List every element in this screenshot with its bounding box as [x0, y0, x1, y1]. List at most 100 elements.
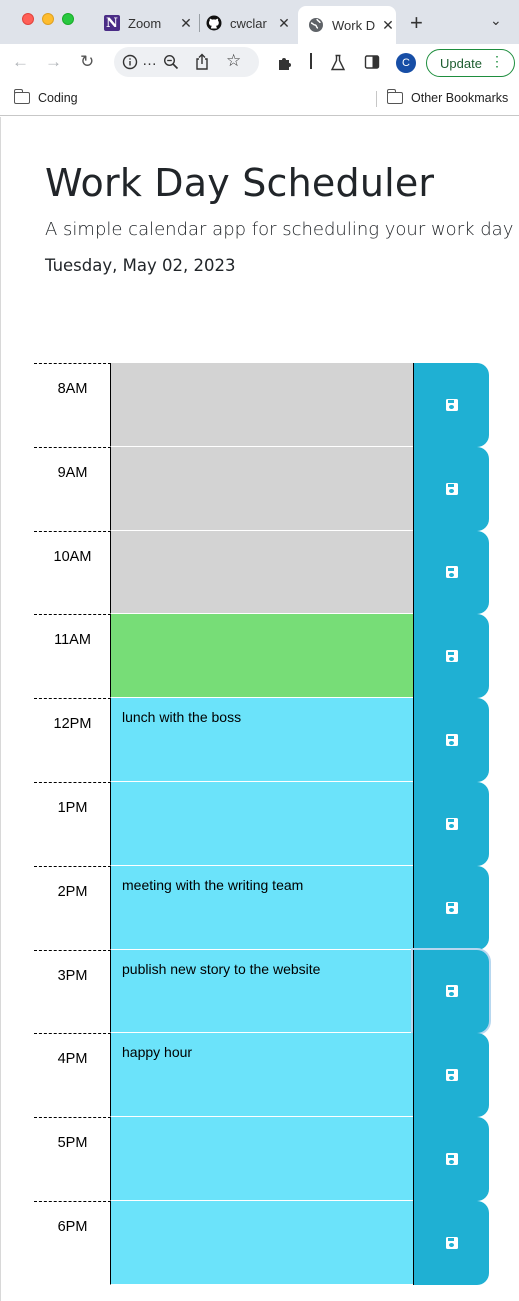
forward-arrow-icon[interactable]: →: [45, 52, 62, 72]
extensions-puzzle-icon[interactable]: [276, 54, 294, 72]
labs-flask-icon[interactable]: [330, 54, 346, 72]
new-tab-button[interactable]: +: [410, 10, 423, 36]
toolbar-divider: [310, 53, 312, 69]
time-block-row: 9AM: [34, 446, 490, 531]
address-text[interactable]: …: [142, 52, 157, 69]
bookmarks-bar: Coding Other Bookmarks: [0, 82, 519, 116]
folder-icon: [13, 89, 30, 104]
description-textarea[interactable]: meeting with the writing team: [110, 865, 414, 950]
browser-toolbar: ← → ↻ … ☆ C Update ⋮: [0, 44, 519, 82]
time-block-row: 5PM: [34, 1117, 490, 1201]
save-button[interactable]: [413, 614, 489, 699]
update-button[interactable]: Update ⋮: [426, 49, 515, 77]
folder-icon: [386, 89, 403, 104]
close-window-button[interactable]: [22, 13, 34, 25]
save-button[interactable]: [413, 949, 489, 1034]
time-block-row: 12PM lunch with the boss: [34, 698, 490, 782]
floppy-disk-icon: [445, 398, 458, 411]
description-textarea[interactable]: [110, 363, 414, 447]
description-textarea[interactable]: happy hour: [110, 1033, 414, 1118]
tab-separator: [199, 14, 200, 32]
hour-label: 2PM: [34, 865, 111, 950]
hour-label: 10AM: [34, 530, 111, 615]
schedule-container: 8AM 9AM 10AM 11AM 12PM lunch with the boss 1PM…: [34, 363, 490, 1285]
save-button[interactable]: [413, 1200, 489, 1285]
floppy-disk-icon: [445, 650, 458, 663]
save-button[interactable]: [413, 446, 489, 531]
reload-icon[interactable]: ↻: [80, 52, 94, 72]
more-vert-icon[interactable]: ⋮: [490, 53, 504, 70]
floppy-disk-icon: [445, 566, 458, 579]
hour-label: 9AM: [34, 446, 111, 531]
jumbotron-header: Work Day Scheduler A simple calendar app…: [45, 161, 513, 275]
browser-tab-zoom[interactable]: N Zoom ✕: [104, 6, 194, 40]
page-title: Work Day Scheduler: [45, 161, 435, 205]
hour-label: 8AM: [34, 363, 111, 447]
update-label: Update: [440, 55, 482, 71]
hour-label: 6PM: [34, 1200, 111, 1285]
tab-title: Zoom: [128, 15, 162, 31]
globe-icon: [309, 18, 323, 32]
star-icon[interactable]: ☆: [226, 51, 241, 71]
back-arrow-icon[interactable]: ←: [12, 52, 29, 72]
browser-titlebar: N Zoom ✕ cwclar ✕ Work D ✕ + ⌄: [0, 0, 519, 44]
tab-title: Work D: [332, 17, 376, 33]
save-button[interactable]: [413, 698, 489, 782]
browser-tab-work-day[interactable]: Work D ✕: [298, 6, 396, 44]
close-icon[interactable]: ✕: [276, 15, 292, 32]
floppy-disk-icon: [445, 1069, 458, 1082]
maximize-window-button[interactable]: [62, 13, 74, 25]
save-button[interactable]: [413, 781, 489, 866]
time-block-row: 8AM: [34, 363, 490, 447]
description-textarea[interactable]: [110, 781, 414, 866]
side-panel-icon[interactable]: [364, 54, 380, 70]
description-textarea[interactable]: lunch with the boss: [110, 698, 414, 782]
bookmarks-divider: [376, 91, 377, 107]
bookmark-label: Other Bookmarks: [411, 91, 509, 105]
description-textarea[interactable]: [110, 1200, 414, 1285]
tab-title: cwclar: [230, 15, 267, 31]
floppy-disk-icon: [445, 1236, 458, 1249]
bookmark-label: Coding: [38, 91, 78, 105]
hour-label: 1PM: [34, 781, 111, 866]
save-button[interactable]: [413, 1033, 489, 1118]
zoom-out-icon[interactable]: [163, 54, 179, 70]
floppy-disk-icon: [445, 482, 458, 495]
current-day: Tuesday, May 02, 2023: [45, 256, 236, 275]
description-textarea[interactable]: [110, 1117, 414, 1201]
bookmark-folder-coding[interactable]: Coding: [13, 89, 78, 105]
minimize-window-button[interactable]: [42, 13, 54, 25]
close-icon[interactable]: ✕: [380, 17, 396, 34]
description-textarea[interactable]: publish new story to the website: [110, 949, 414, 1034]
save-button[interactable]: [413, 865, 489, 950]
time-block-row: 4PM happy hour: [34, 1033, 490, 1118]
floppy-disk-icon: [445, 985, 458, 998]
hour-label: 12PM: [34, 698, 111, 782]
time-block-row: 1PM: [34, 781, 490, 866]
chevron-down-icon[interactable]: ⌄: [490, 12, 502, 29]
save-button[interactable]: [413, 1117, 489, 1201]
time-block-row: 6PM: [34, 1200, 490, 1285]
site-info-icon[interactable]: [122, 54, 138, 70]
hour-label: 5PM: [34, 1117, 111, 1201]
notion-n-icon: N: [104, 15, 120, 31]
browser-tab-github[interactable]: cwclar ✕: [206, 6, 292, 40]
share-icon[interactable]: [194, 53, 210, 71]
save-button[interactable]: [413, 530, 489, 615]
save-button[interactable]: [413, 363, 489, 447]
close-icon[interactable]: ✕: [178, 15, 194, 32]
github-icon: [206, 15, 222, 31]
profile-avatar[interactable]: C: [396, 53, 416, 73]
description-textarea[interactable]: [110, 614, 414, 699]
floppy-disk-icon: [445, 817, 458, 830]
floppy-disk-icon: [445, 901, 458, 914]
time-block-row: 10AM: [34, 530, 490, 615]
hour-label: 11AM: [34, 614, 111, 698]
hour-label: 4PM: [34, 1033, 111, 1117]
bookmark-folder-other[interactable]: Other Bookmarks: [386, 89, 509, 105]
address-bar[interactable]: … ☆: [114, 47, 259, 77]
description-textarea[interactable]: [110, 530, 414, 615]
time-block-row: 2PM meeting with the writing team: [34, 865, 490, 950]
description-textarea[interactable]: [110, 446, 414, 531]
floppy-disk-icon: [445, 734, 458, 747]
